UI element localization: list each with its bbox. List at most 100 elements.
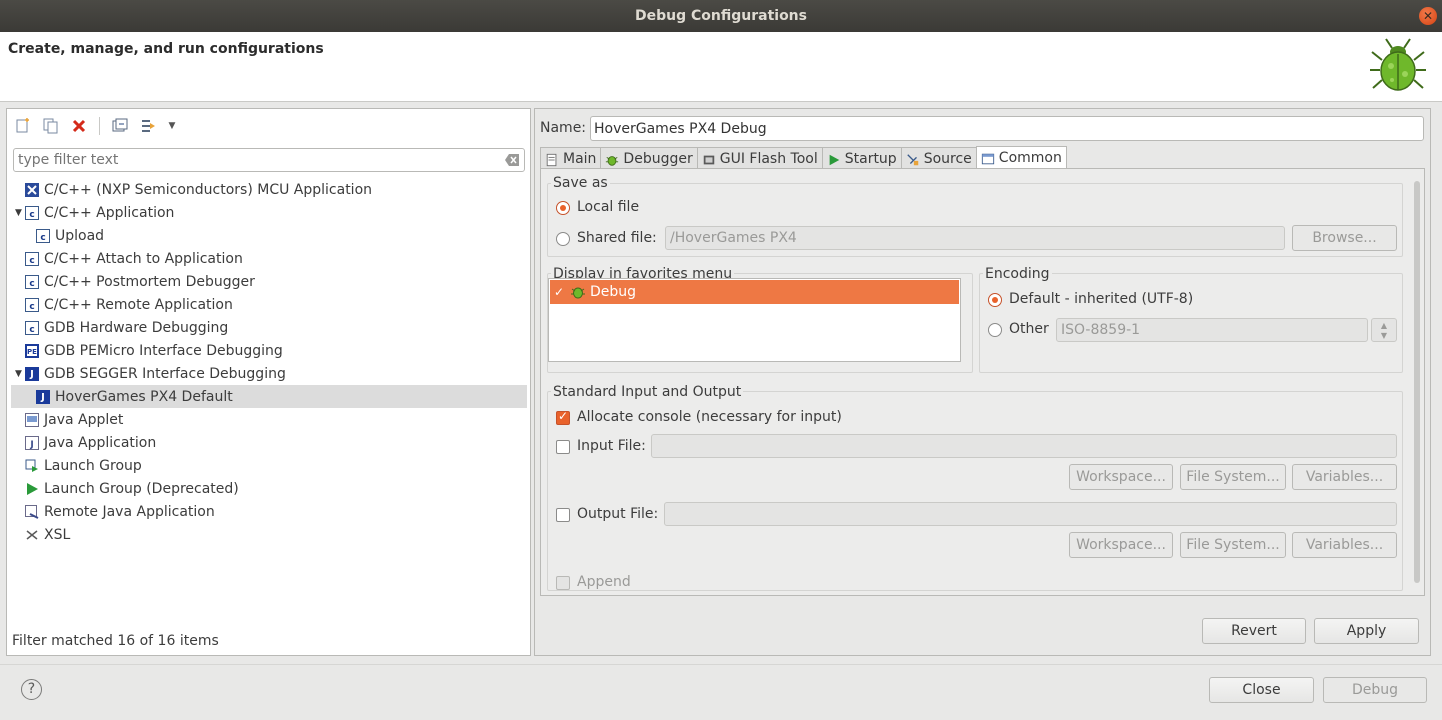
filter-configs-button[interactable] — [138, 116, 158, 136]
revert-button[interactable]: Revert — [1202, 618, 1306, 644]
append-checkbox[interactable] — [556, 576, 570, 590]
input-file-checkbox[interactable] — [556, 440, 570, 454]
svg-text:c: c — [29, 210, 34, 220]
tree-item-label: C/C++ (NXP Semiconductors) MCU Applicati… — [44, 181, 373, 198]
local-file-label[interactable]: Local file — [577, 199, 639, 215]
output-file-label[interactable]: Output File: — [577, 506, 658, 522]
encoding-spinner[interactable]: ▲ ▼ — [1371, 318, 1397, 342]
output-workspace-button[interactable]: Workspace... — [1069, 532, 1173, 558]
svg-text:c: c — [40, 233, 45, 243]
tree-item[interactable]: Launch Group (Deprecated) — [11, 477, 527, 500]
new-config-icon — [16, 118, 29, 133]
input-file-label[interactable]: Input File: — [577, 438, 646, 454]
apply-button[interactable]: Apply — [1314, 618, 1419, 644]
tree-item[interactable]: J Java Application — [11, 431, 527, 454]
default-encoding-label[interactable]: Default - inherited (UTF-8) — [1009, 291, 1193, 307]
vertical-scrollbar[interactable] — [1412, 171, 1422, 593]
tree-item[interactable]: c GDB Hardware Debugging — [11, 316, 527, 339]
input-file-field[interactable] — [651, 434, 1397, 458]
close-button[interactable]: Close — [1209, 677, 1314, 703]
svg-text:J: J — [40, 392, 45, 403]
tree-item-label: Upload — [55, 227, 105, 244]
config-toolbar: ▼ — [13, 115, 178, 137]
tree-item-label: Java Applet — [44, 411, 124, 428]
tab-gui-flash-tool[interactable]: GUI Flash Tool — [696, 147, 822, 169]
duplicate-icon — [43, 118, 58, 134]
tree-item[interactable]: c C/C++ Postmortem Debugger — [11, 270, 527, 293]
browse-button[interactable]: Browse... — [1292, 225, 1397, 251]
tree-item[interactable]: Remote Java Application — [11, 500, 527, 523]
local-file-radio[interactable] — [556, 201, 570, 215]
debug-bug-icon — [1370, 38, 1426, 91]
tree-item[interactable]: PE GDB PEMicro Interface Debugging — [11, 339, 527, 362]
local-file-text: Local file — [577, 199, 640, 215]
tab-startup[interactable]: Startup — [821, 147, 901, 169]
scrollbar-thumb[interactable] — [1414, 181, 1420, 583]
shared-file-field[interactable]: /HoverGames PX4 — [665, 226, 1285, 250]
input-file-system-button[interactable]: File System... — [1180, 464, 1286, 490]
window-close-button[interactable]: ✕ — [1419, 7, 1437, 25]
tree-item-label: C/C++ Application — [44, 204, 175, 221]
help-icon[interactable]: ? — [21, 679, 42, 700]
expand-toggle-icon[interactable]: ▼ — [13, 208, 24, 218]
svg-text:PE: PE — [27, 348, 37, 356]
output-variables-button[interactable]: Variables... — [1292, 532, 1397, 558]
tree-item[interactable]: Launch Group — [11, 454, 527, 477]
favorite-item[interactable]: ✓ Debug — [550, 280, 959, 304]
clear-filter-icon[interactable] — [504, 153, 520, 167]
tree-item-label: C/C++ Remote Application — [44, 296, 233, 313]
tree-item[interactable]: ▼ c C/C++ Application — [11, 201, 527, 224]
startup-tab-icon — [827, 152, 841, 166]
footer-separator — [0, 664, 1442, 665]
tree-item[interactable]: c C/C++ Attach to Application — [11, 247, 527, 270]
filter-status: Filter matched 16 of 16 items — [12, 633, 219, 649]
shared-file-label[interactable]: Shared file: — [577, 230, 657, 246]
tree-item[interactable]: ▼ J GDB SEGGER Interface Debugging — [11, 362, 527, 385]
tab-source[interactable]: Source — [900, 147, 976, 169]
allocate-console-checkbox[interactable] — [556, 409, 570, 425]
segger-jlink-icon: J — [35, 389, 51, 405]
tree-item[interactable]: XSL — [11, 523, 527, 546]
tree-item[interactable]: J HoverGames PX4 Default — [11, 385, 527, 408]
tree-item[interactable]: c Upload — [11, 224, 527, 247]
tree-item[interactable]: C/C++ (NXP Semiconductors) MCU Applicati… — [11, 178, 527, 201]
tab-debugger[interactable]: Debugger — [600, 147, 697, 169]
debug-button[interactable]: Debug — [1323, 677, 1427, 703]
new-config-button[interactable] — [13, 116, 33, 136]
other-encoding-radio[interactable] — [988, 323, 1002, 337]
java-app-icon: J — [24, 435, 40, 451]
header-banner: Create, manage, and run configurations — [0, 32, 1442, 102]
tree-item[interactable]: c C/C++ Remote Application — [11, 293, 527, 316]
append-label[interactable]: Append — [577, 574, 631, 590]
output-file-system-button[interactable]: File System... — [1180, 532, 1286, 558]
allocate-console-label[interactable]: Allocate console (necessary for input) — [577, 409, 842, 425]
c-app-icon: c — [24, 320, 40, 336]
output-file-field[interactable] — [664, 502, 1397, 526]
shared-file-radio[interactable] — [556, 232, 570, 246]
tab-main[interactable]: Main — [540, 147, 601, 169]
filter-input[interactable] — [14, 149, 494, 171]
other-encoding-select[interactable]: ISO-8859-1 — [1056, 318, 1368, 342]
other-encoding-label[interactable]: Other — [1009, 321, 1049, 337]
common-tab-content: Save as Local file Shared file: /HoverGa… — [540, 168, 1425, 596]
window-titlebar: Debug Configurations ✕ — [0, 0, 1442, 32]
tree-item[interactable]: Java Applet — [11, 408, 527, 431]
collapse-all-button[interactable] — [110, 116, 130, 136]
input-variables-button[interactable]: Variables... — [1292, 464, 1397, 490]
configuration-list-panel: ▼ C/C++ (NXP Semiconductors) MCU Applica… — [6, 108, 531, 656]
duplicate-config-button[interactable] — [41, 116, 61, 136]
tab-label: Common — [998, 150, 1062, 166]
output-file-checkbox[interactable] — [556, 508, 570, 522]
tab-common[interactable]: Common — [975, 146, 1067, 169]
expand-toggle-icon[interactable]: ▼ — [13, 369, 24, 379]
favorite-check-icon[interactable]: ✓ — [554, 285, 566, 299]
tree-item-label: Launch Group (Deprecated) — [44, 480, 239, 497]
tab-label: Source — [923, 150, 972, 167]
filter-menu-dropdown[interactable]: ▼ — [166, 116, 178, 136]
nxp-mcu-icon — [24, 182, 40, 198]
name-input[interactable] — [590, 116, 1424, 141]
delete-config-button[interactable] — [69, 116, 89, 136]
tree-item-label: Remote Java Application — [44, 503, 215, 520]
input-workspace-button[interactable]: Workspace... — [1069, 464, 1173, 490]
default-encoding-radio[interactable] — [988, 293, 1002, 307]
